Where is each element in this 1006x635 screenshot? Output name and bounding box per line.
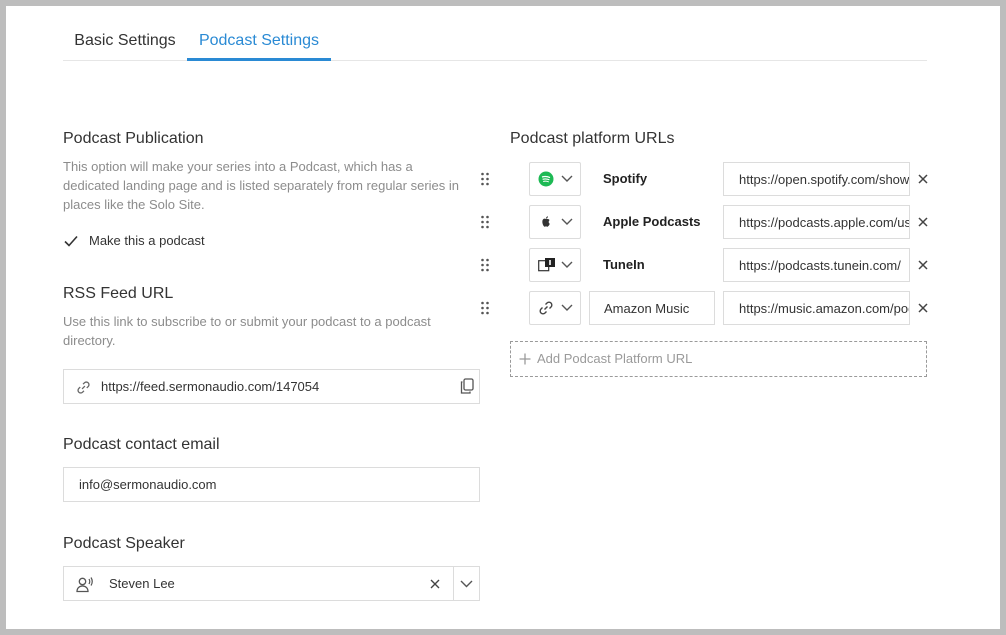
platform-row-amazon-music: Amazon Music https://music.amazon.com/po…: [480, 291, 930, 327]
platform-picker[interactable]: [529, 205, 581, 239]
drag-handle-icon[interactable]: [480, 172, 490, 186]
platform-name: TuneIn: [603, 257, 645, 272]
platform-url-input[interactable]: https://open.spotify.com/show/: [723, 162, 910, 196]
select-divider: [453, 567, 454, 600]
platform-picker[interactable]: [529, 248, 581, 282]
spotify-icon: [538, 171, 554, 187]
platform-picker[interactable]: [529, 162, 581, 196]
link-icon: [539, 301, 553, 315]
platform-url-input[interactable]: https://podcasts.apple.com/us/: [723, 205, 910, 239]
platform-picker[interactable]: [529, 291, 581, 325]
rss-help: Use this link to subscribe to or submit …: [63, 314, 431, 348]
podcast-settings-panel: Basic Settings Podcast Settings Podcast …: [6, 6, 1000, 629]
drag-handle-icon[interactable]: [480, 258, 490, 272]
add-platform-url-label: Add Podcast Platform URL: [537, 351, 693, 366]
link-icon: [77, 381, 90, 394]
speaker-icon: [76, 577, 93, 593]
chevron-down-icon: [561, 261, 573, 268]
platform-url-input[interactable]: https://podcasts.tunein.com/: [723, 248, 910, 282]
platform-row-spotify: Spotify https://open.spotify.com/show/: [480, 162, 930, 198]
platform-name: Apple Podcasts: [603, 214, 701, 229]
make-podcast-label: Make this a podcast: [89, 233, 205, 248]
tunein-icon: [538, 258, 555, 272]
checkmark-icon[interactable]: [63, 233, 79, 249]
publication-help: This option will make your series into a…: [63, 159, 460, 212]
remove-icon[interactable]: [917, 259, 929, 271]
remove-icon[interactable]: [917, 173, 929, 185]
chevron-down-icon: [561, 218, 573, 225]
plus-icon: [519, 353, 531, 365]
contact-title: Podcast contact email: [63, 436, 220, 453]
speaker-select[interactable]: Steven Lee: [63, 566, 480, 601]
remove-icon[interactable]: [917, 216, 929, 228]
apple-icon: [542, 216, 550, 227]
platform-name-input[interactable]: Amazon Music: [589, 291, 715, 325]
platform-url-input[interactable]: https://music.amazon.com/podcasts/: [723, 291, 910, 325]
publication-title: Podcast Publication: [63, 130, 204, 147]
drag-handle-icon[interactable]: [480, 301, 490, 315]
clear-icon[interactable]: [430, 579, 440, 589]
speaker-value: Steven Lee: [109, 576, 175, 591]
rss-title: RSS Feed URL: [63, 285, 174, 302]
chevron-down-icon: [561, 175, 573, 182]
copy-icon[interactable]: [460, 378, 474, 394]
platform-urls-title: Podcast platform URLs: [510, 130, 675, 147]
contact-email-value: info@sermonaudio.com: [79, 477, 217, 492]
rss-url-text: https://feed.sermonaudio.com/147054: [101, 379, 320, 394]
rss-url-field[interactable]: https://feed.sermonaudio.com/147054: [63, 369, 480, 404]
platform-row-apple: Apple Podcasts https://podcasts.apple.co…: [480, 205, 930, 241]
speaker-title: Podcast Speaker: [63, 535, 185, 552]
tab-bar: Basic Settings Podcast Settings: [63, 26, 927, 61]
tab-podcast-settings[interactable]: Podcast Settings: [187, 26, 331, 61]
chevron-down-icon[interactable]: [460, 580, 473, 588]
platform-name: Spotify: [603, 171, 648, 186]
contact-email-input[interactable]: info@sermonaudio.com: [63, 467, 480, 502]
drag-handle-icon[interactable]: [480, 215, 490, 229]
add-platform-url-button[interactable]: Add Podcast Platform URL: [510, 341, 927, 377]
remove-icon[interactable]: [917, 302, 929, 314]
chevron-down-icon: [561, 304, 573, 311]
platform-row-tunein: TuneIn https://podcasts.tunein.com/: [480, 248, 930, 284]
tab-basic-settings[interactable]: Basic Settings: [63, 26, 187, 61]
